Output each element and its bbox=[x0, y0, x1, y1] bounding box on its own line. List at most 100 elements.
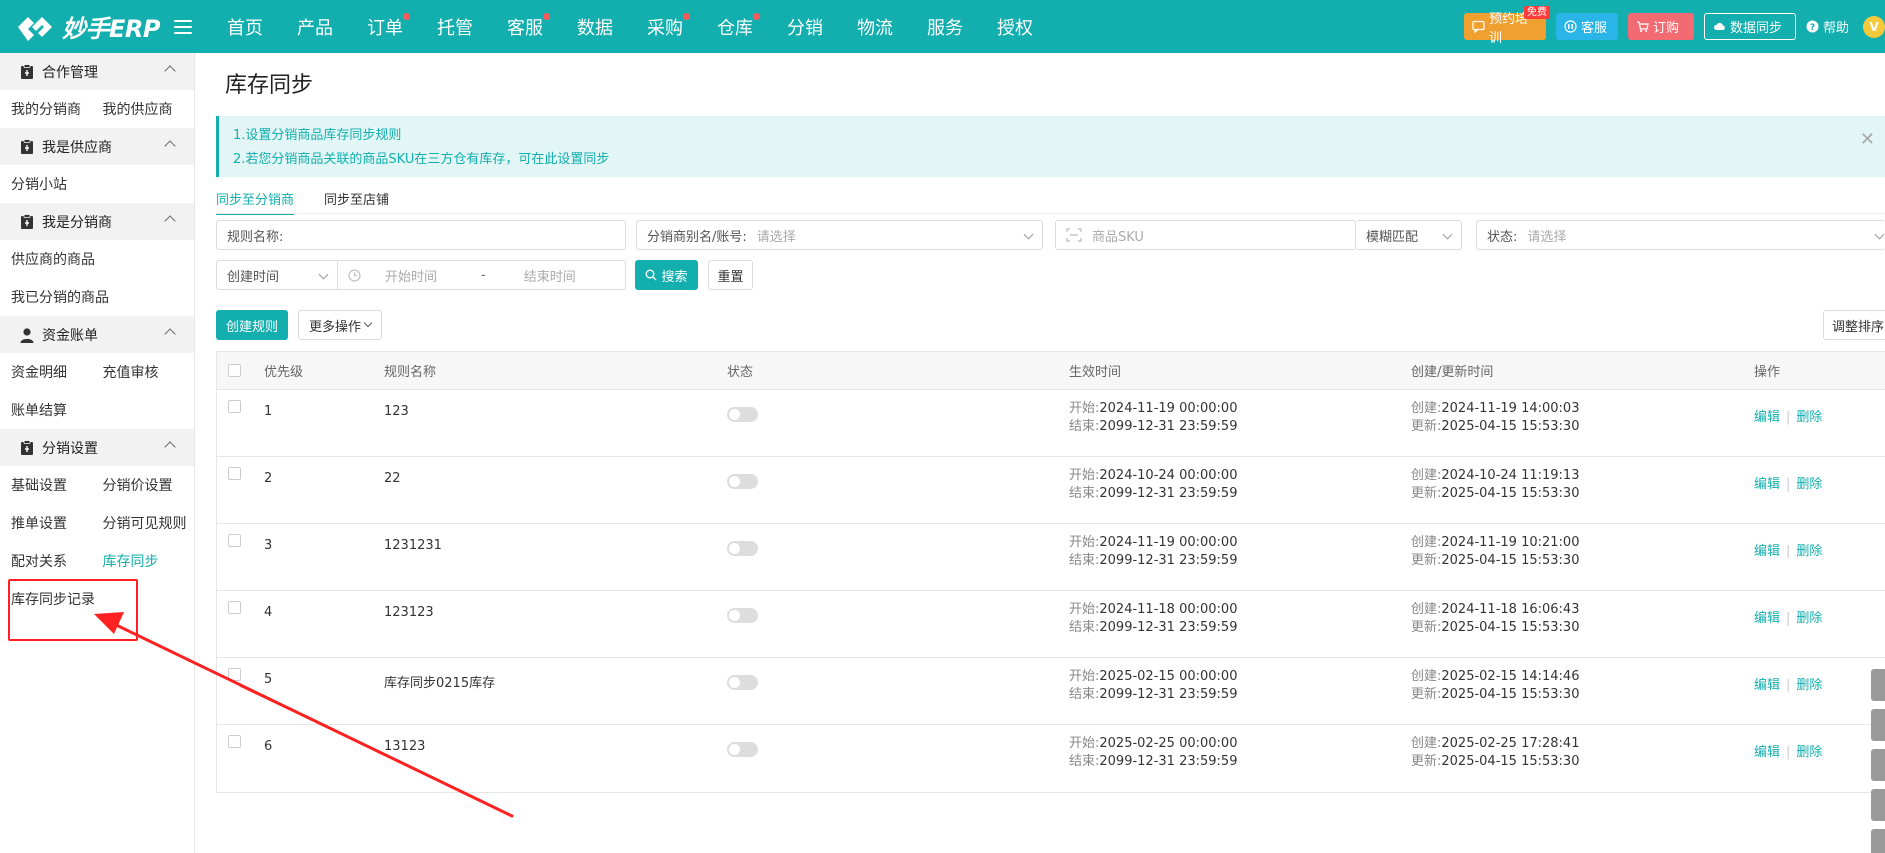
data-sync-button[interactable]: 数据同步 bbox=[1703, 13, 1796, 40]
help-link[interactable]: ? 帮助 bbox=[1806, 17, 1849, 36]
delete-link[interactable]: 删除 bbox=[1796, 410, 1822, 425]
sidebar-item[interactable]: 库存同步 bbox=[103, 551, 195, 571]
status-toggle[interactable] bbox=[727, 407, 758, 422]
menu-toggle-icon[interactable] bbox=[174, 19, 192, 34]
sidebar-item[interactable]: 分销价设置 bbox=[103, 475, 195, 495]
delete-link[interactable]: 删除 bbox=[1796, 678, 1822, 693]
delete-link[interactable]: 删除 bbox=[1796, 611, 1822, 626]
more-actions-button[interactable]: 更多操作 bbox=[298, 310, 382, 340]
date-range-picker[interactable]: 开始时间 - 结束时间 bbox=[337, 260, 626, 290]
nav-item[interactable]: 仓库 bbox=[700, 0, 770, 53]
tab-sync-to-distributor[interactable]: 同步至分销商 bbox=[216, 189, 295, 215]
sidebar-section-header[interactable]: 资金账单 bbox=[0, 316, 194, 353]
nav-item-label: 物流 bbox=[857, 17, 893, 39]
nav-item[interactable]: 采购 bbox=[630, 0, 700, 53]
row-checkbox[interactable] bbox=[228, 534, 241, 547]
status-toggle[interactable] bbox=[727, 608, 758, 623]
sidebar-item[interactable]: 充值审核 bbox=[103, 362, 195, 382]
create-key: 创建: bbox=[1411, 736, 1442, 751]
edit-link[interactable]: 编辑 bbox=[1754, 611, 1780, 626]
match-mode-select[interactable]: 模糊匹配 bbox=[1356, 220, 1462, 250]
tab-sync-to-store[interactable]: 同步至店铺 bbox=[324, 189, 389, 215]
customer-service-button[interactable]: 客服 bbox=[1555, 13, 1618, 40]
edit-link[interactable]: 编辑 bbox=[1754, 477, 1780, 492]
nav-item[interactable]: 客服 bbox=[490, 0, 560, 53]
create-key: 创建: bbox=[1411, 669, 1442, 684]
end-value: 2099-12-31 23:59:59 bbox=[1099, 754, 1238, 769]
create-key: 创建: bbox=[1411, 468, 1442, 483]
status-toggle[interactable] bbox=[727, 474, 758, 489]
nav-item[interactable]: 授权 bbox=[980, 0, 1050, 53]
training-button[interactable]: 预约培训 免费 bbox=[1463, 6, 1550, 46]
sidebar-item[interactable]: 账单结算 bbox=[11, 400, 191, 420]
edit-link[interactable]: 编辑 bbox=[1754, 410, 1780, 425]
sidebar-item[interactable]: 我的分销商 bbox=[11, 99, 103, 119]
chevron-up-icon bbox=[164, 215, 176, 227]
app-logo[interactable]: 妙手ERP bbox=[14, 9, 164, 44]
start-value: 2024-11-18 00:00:00 bbox=[1099, 602, 1238, 617]
adjust-order-button[interactable]: 调整排序 bbox=[1823, 310, 1885, 340]
sidebar-section-header[interactable]: 分销设置 bbox=[0, 429, 194, 466]
reset-button[interactable]: 重置 bbox=[708, 260, 753, 290]
delete-link[interactable]: 删除 bbox=[1796, 477, 1822, 492]
nav-item[interactable]: 数据 bbox=[560, 0, 630, 53]
sidebar-section-header[interactable]: 我是分销商 bbox=[0, 203, 194, 240]
distributor-select[interactable]: 分销商别名/账号: 请选择 bbox=[636, 220, 1043, 250]
row-checkbox[interactable] bbox=[228, 400, 241, 413]
search-button[interactable]: 搜索 bbox=[635, 260, 698, 290]
nav-item[interactable]: 首页 bbox=[210, 0, 280, 53]
vip-badge-icon[interactable]: V bbox=[1863, 15, 1885, 38]
nav-item[interactable]: 服务 bbox=[910, 0, 980, 53]
float-dock-item[interactable] bbox=[1871, 669, 1885, 701]
sku-placeholder: 商品SKU bbox=[1092, 229, 1144, 245]
row-checkbox[interactable] bbox=[228, 735, 241, 748]
nav-item[interactable]: 订单 bbox=[350, 0, 420, 53]
select-all-checkbox[interactable] bbox=[228, 364, 241, 377]
time-type-select[interactable]: 创建时间 bbox=[216, 260, 338, 290]
float-dock-item[interactable] bbox=[1871, 829, 1885, 853]
status-toggle[interactable] bbox=[727, 541, 758, 556]
delete-link[interactable]: 删除 bbox=[1796, 544, 1822, 559]
sidebar-item[interactable]: 基础设置 bbox=[11, 475, 103, 495]
sidebar-item[interactable]: 供应商的商品 bbox=[11, 249, 191, 269]
edit-link[interactable]: 编辑 bbox=[1754, 745, 1780, 760]
edit-link[interactable]: 编辑 bbox=[1754, 544, 1780, 559]
status-toggle[interactable] bbox=[727, 742, 758, 757]
search-icon bbox=[645, 269, 657, 281]
start-value: 2025-02-25 00:00:00 bbox=[1099, 736, 1238, 751]
nav-item[interactable]: 分销 bbox=[770, 0, 840, 53]
row-checkbox[interactable] bbox=[228, 601, 241, 614]
sidebar-item[interactable]: 配对关系 bbox=[11, 551, 103, 571]
sidebar-item[interactable]: 我的供应商 bbox=[103, 99, 195, 119]
row-priority: 4 bbox=[264, 605, 273, 620]
status-label: 状态: bbox=[1487, 229, 1518, 245]
sidebar-item[interactable]: 分销可见规则 bbox=[103, 513, 195, 533]
rule-name-field[interactable]: 规则名称: bbox=[216, 220, 626, 250]
create-rule-button[interactable]: 创建规则 bbox=[216, 310, 288, 340]
sku-input[interactable]: 商品SKU bbox=[1055, 220, 1356, 250]
close-icon[interactable]: ✕ bbox=[1860, 128, 1875, 152]
status-select[interactable]: 状态: 请选择 bbox=[1476, 220, 1885, 250]
float-dock-item[interactable] bbox=[1871, 709, 1885, 741]
sidebar-item[interactable]: 我已分销的商品 bbox=[11, 287, 191, 307]
sidebar-item[interactable]: 资金明细 bbox=[11, 362, 103, 382]
sidebar-item[interactable]: 库存同步记录 bbox=[11, 589, 191, 609]
sidebar-section-header[interactable]: 合作管理 bbox=[0, 53, 194, 90]
row-checkbox[interactable] bbox=[228, 668, 241, 681]
tab-divider bbox=[216, 213, 1885, 214]
row-checkbox[interactable] bbox=[228, 467, 241, 480]
float-dock-item[interactable] bbox=[1871, 789, 1885, 821]
sidebar-section-header[interactable]: 我是供应商 bbox=[0, 128, 194, 165]
chevron-down-icon bbox=[1442, 229, 1453, 240]
sidebar-item[interactable]: 分销小站 bbox=[11, 174, 191, 194]
updated-value: 2025-04-15 15:53:30 bbox=[1441, 754, 1580, 769]
status-toggle[interactable] bbox=[727, 675, 758, 690]
order-button[interactable]: 订购 bbox=[1627, 13, 1694, 40]
nav-item[interactable]: 物流 bbox=[840, 0, 910, 53]
nav-item[interactable]: 产品 bbox=[280, 0, 350, 53]
nav-item[interactable]: 托管 bbox=[420, 0, 490, 53]
float-dock-item[interactable] bbox=[1871, 749, 1885, 781]
sidebar-item[interactable]: 推单设置 bbox=[11, 513, 103, 533]
delete-link[interactable]: 删除 bbox=[1796, 745, 1822, 760]
edit-link[interactable]: 编辑 bbox=[1754, 678, 1780, 693]
